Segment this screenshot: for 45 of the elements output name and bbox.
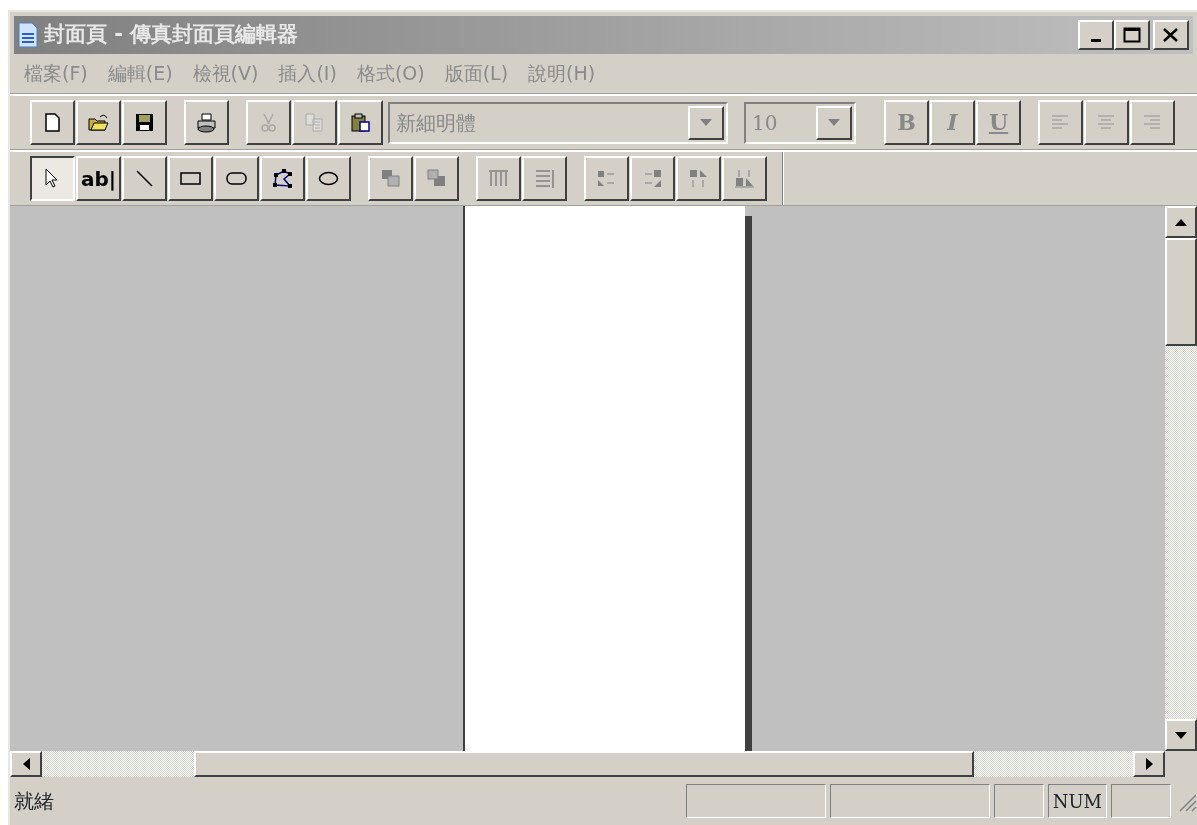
scrollbar-thumb[interactable]: [1165, 238, 1197, 346]
status-message: 就緒: [14, 788, 55, 815]
close-icon: [1162, 27, 1180, 43]
dropdown-arrow-icon: [828, 118, 840, 127]
dropdown-arrow-icon: [700, 118, 712, 127]
scrollbar-thumb[interactable]: [194, 751, 974, 777]
status-pane: [993, 784, 1044, 818]
line-icon: [134, 168, 155, 189]
align-vertical-icon: [642, 168, 663, 189]
document-icon: [18, 22, 38, 48]
vertical-scrollbar[interactable]: [1165, 206, 1197, 751]
printer-icon: [196, 112, 217, 133]
maximize-button[interactable]: [1114, 20, 1150, 50]
drawing-tool-button[interactable]: [30, 156, 75, 201]
status-pane: [1111, 784, 1171, 818]
scissors-icon: [258, 112, 279, 133]
clipboard-icon: [350, 112, 371, 133]
toolbar-button[interactable]: [76, 100, 121, 145]
close-button[interactable]: [1153, 20, 1189, 50]
horizontal-scrollbar[interactable]: [10, 751, 1165, 777]
status-indicator: NUM: [1047, 784, 1107, 818]
copy-icon: [304, 112, 325, 133]
toolbar-button[interactable]: [338, 100, 383, 145]
toolbar-button[interactable]: [122, 100, 167, 145]
toolbar-button[interactable]: [184, 100, 229, 145]
folder-icon: [88, 112, 109, 133]
columns-icon: [488, 168, 509, 189]
scroll-right-arrow-icon: [1145, 758, 1153, 770]
drawing-tool-button[interactable]: ab|: [76, 156, 121, 201]
align-top-icon: [734, 168, 755, 189]
minimize-button[interactable]: [1078, 20, 1114, 50]
toolbar-button[interactable]: [30, 100, 75, 145]
rows-icon: [534, 168, 555, 189]
align-horizontal-icon: [596, 168, 617, 189]
scroll-left-arrow-icon: [22, 758, 30, 770]
new-file-icon: [42, 112, 63, 133]
scroll-up-arrow-icon: [1175, 218, 1187, 226]
maximize-icon: [1123, 27, 1141, 43]
minimize-icon: [1091, 38, 1101, 42]
polygon-icon: [272, 168, 293, 189]
scroll-down-arrow-icon: [1175, 731, 1187, 739]
window-title: 封面頁 - 傳真封面頁編輯器: [44, 21, 299, 49]
bring-to-front-icon: [380, 168, 401, 189]
align-bottom-icon: [688, 168, 709, 189]
send-to-back-icon: [426, 168, 447, 189]
